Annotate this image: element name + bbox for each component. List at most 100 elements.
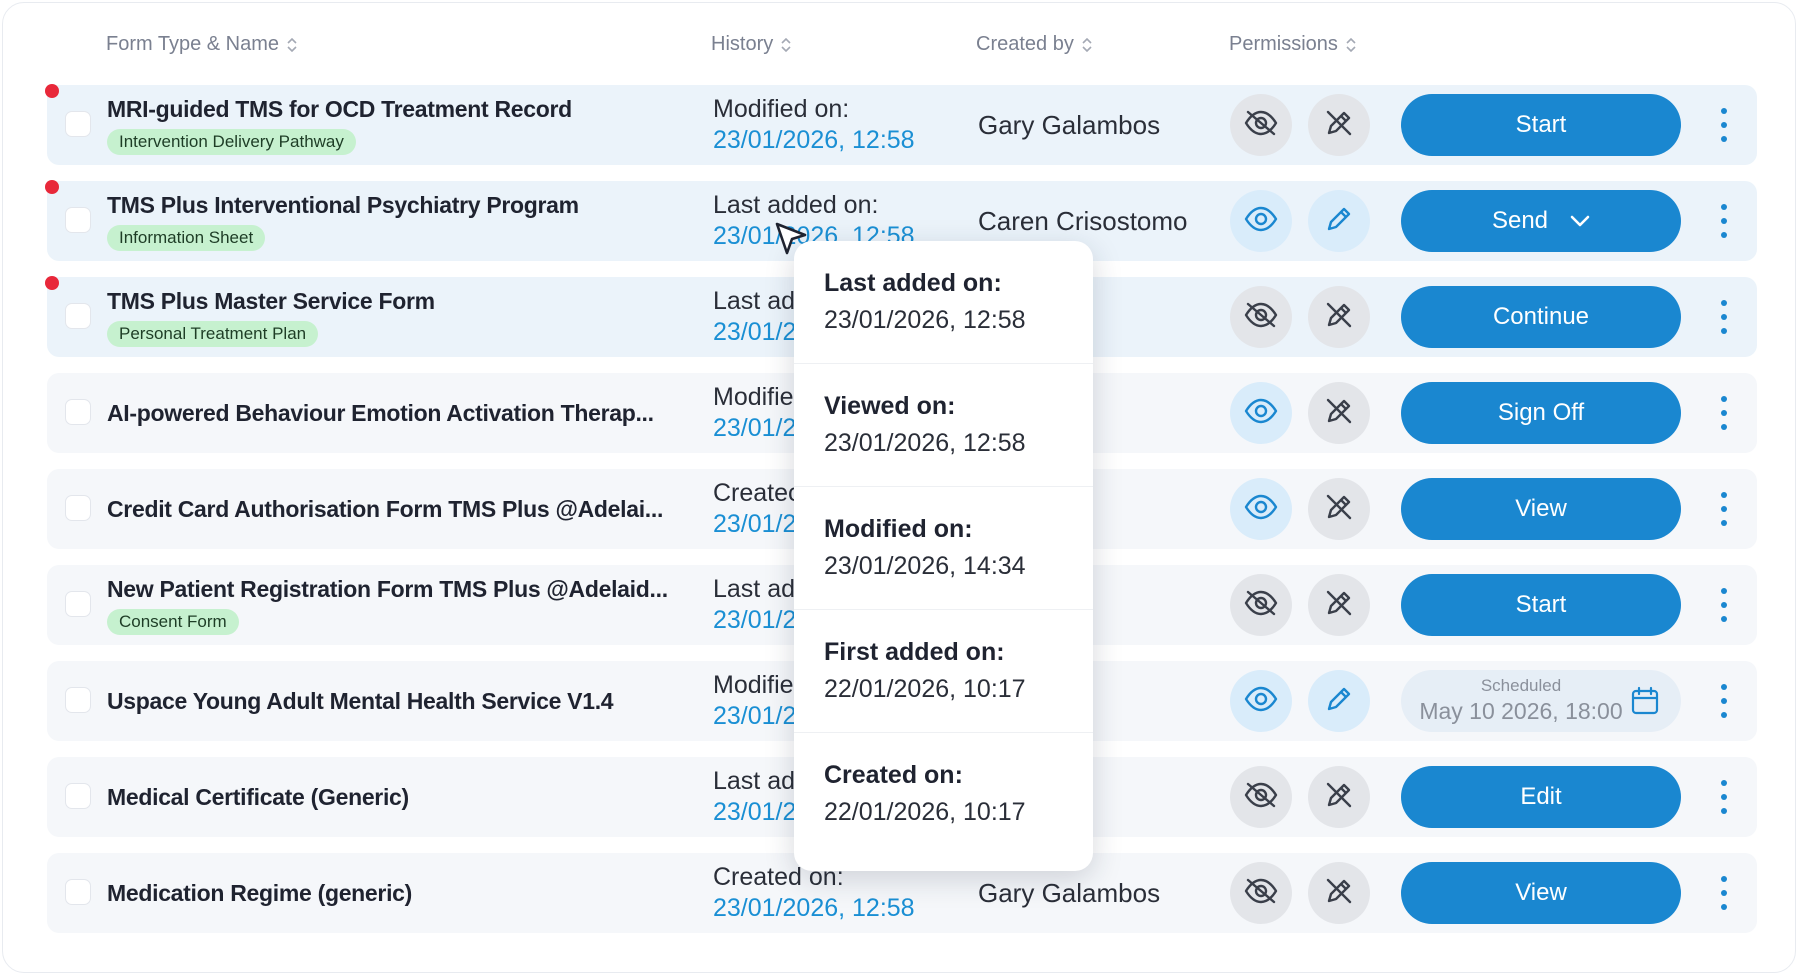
form-name[interactable]: Medical Certificate (Generic)	[107, 784, 667, 811]
start-button[interactable]: Start	[1401, 94, 1681, 156]
sign-off-button[interactable]: Sign Off	[1401, 382, 1681, 444]
edit-permission-toggle[interactable]	[1308, 574, 1370, 636]
view-permission-toggle[interactable]	[1230, 190, 1292, 252]
continue-button[interactable]: Continue	[1401, 286, 1681, 348]
history-date-link[interactable]: 23/01/2026, 12:58	[713, 894, 915, 923]
view-button[interactable]: View	[1401, 862, 1681, 924]
more-vertical-icon[interactable]	[1714, 684, 1734, 718]
form-name-cell: MRI-guided TMS for OCD Treatment Record I…	[107, 85, 667, 165]
unread-indicator	[45, 180, 59, 194]
action-label: Send	[1491, 207, 1549, 234]
view-permission-toggle[interactable]	[1230, 670, 1292, 732]
form-name-cell: AI-powered Behaviour Emotion Activation …	[107, 373, 667, 453]
form-name-cell: Uspace Young Adult Mental Health Service…	[107, 661, 667, 741]
start-button[interactable]: Start	[1401, 574, 1681, 636]
more-vertical-icon[interactable]	[1714, 780, 1734, 814]
edit-button[interactable]: Edit	[1401, 766, 1681, 828]
column-header-name[interactable]: Form Type & Name	[106, 33, 297, 56]
view-permission-toggle[interactable]	[1230, 286, 1292, 348]
more-vertical-icon[interactable]	[1714, 588, 1734, 622]
action-label: Sign Off	[1497, 399, 1585, 426]
history-cell: Last ad 23/01/2	[713, 565, 796, 645]
form-type-tag: Information Sheet	[107, 224, 266, 251]
action-label: Start	[1515, 111, 1567, 138]
action-label: Start	[1515, 591, 1567, 618]
form-name-cell: Medical Certificate (Generic)	[107, 757, 667, 837]
more-vertical-icon[interactable]	[1714, 108, 1734, 142]
more-vertical-icon[interactable]	[1714, 492, 1734, 526]
view-permission-toggle[interactable]	[1230, 766, 1292, 828]
view-button[interactable]: View	[1401, 478, 1681, 540]
history-popover-item: Created on: 22/01/2026, 10:17	[794, 733, 1093, 855]
edit-permission-toggle[interactable]	[1308, 382, 1370, 444]
column-header-created-by[interactable]: Created by	[976, 33, 1092, 56]
row-checkbox[interactable]	[65, 879, 91, 905]
row-checkbox[interactable]	[65, 207, 91, 233]
send-button[interactable]: Send	[1401, 190, 1681, 252]
edit-permission-toggle[interactable]	[1308, 286, 1370, 348]
view-permission-toggle[interactable]	[1230, 574, 1292, 636]
column-header-history[interactable]: History	[711, 33, 791, 56]
column-header-label: History	[711, 33, 774, 55]
view-permission-toggle[interactable]	[1230, 382, 1292, 444]
edit-permission-toggle[interactable]	[1308, 190, 1370, 252]
history-date-link[interactable]: 23/01/2	[713, 702, 796, 731]
form-name[interactable]: AI-powered Behaviour Emotion Activation …	[107, 400, 667, 427]
row-checkbox[interactable]	[65, 783, 91, 809]
history-label: Modifie	[713, 671, 794, 699]
row-checkbox[interactable]	[65, 111, 91, 137]
calendar-icon[interactable]	[1631, 686, 1659, 721]
edit-permission-toggle[interactable]	[1308, 862, 1370, 924]
view-permission-toggle[interactable]	[1230, 478, 1292, 540]
history-popover-item: Viewed on: 23/01/2026, 12:58	[794, 364, 1093, 487]
form-name-cell: New Patient Registration Form TMS Plus @…	[107, 565, 668, 645]
row-checkbox[interactable]	[65, 303, 91, 329]
eye-off-icon	[1244, 110, 1278, 141]
history-date-link[interactable]: 23/01/2	[713, 510, 801, 539]
form-name[interactable]: Medication Regime (generic)	[107, 880, 667, 907]
more-vertical-icon[interactable]	[1714, 300, 1734, 334]
action-label: Continue	[1492, 303, 1590, 330]
history-date-link[interactable]: 23/01/2	[713, 318, 796, 347]
history-popover-label: Last added on:	[824, 269, 1002, 297]
history-date-link[interactable]: 23/01/2	[713, 798, 796, 827]
history-date-link[interactable]: 23/01/2	[713, 414, 796, 443]
edit-permission-toggle[interactable]	[1308, 94, 1370, 156]
column-header-permissions[interactable]: Permissions	[1229, 33, 1356, 56]
table-row[interactable]: MRI-guided TMS for OCD Treatment Record I…	[45, 84, 1757, 165]
pencil-icon	[1324, 684, 1354, 719]
form-name-cell: TMS Plus Master Service Form Personal Tre…	[107, 277, 667, 357]
more-vertical-icon[interactable]	[1714, 204, 1734, 238]
history-date-link[interactable]: 23/01/2026, 12:58	[713, 126, 915, 155]
view-permission-toggle[interactable]	[1230, 862, 1292, 924]
history-cell: Modifie 23/01/2	[713, 373, 796, 453]
row-checkbox[interactable]	[65, 399, 91, 425]
form-type-tag: Intervention Delivery Pathway	[107, 128, 356, 155]
form-name[interactable]: TMS Plus Interventional Psychiatry Progr…	[107, 192, 667, 219]
scheduled-label: Scheduled	[1480, 676, 1562, 695]
history-date-link[interactable]: 23/01/2	[713, 606, 796, 635]
eye-icon	[1244, 206, 1278, 237]
edit-permission-toggle[interactable]	[1308, 478, 1370, 540]
more-vertical-icon[interactable]	[1714, 876, 1734, 910]
edit-permission-toggle[interactable]	[1308, 670, 1370, 732]
form-name[interactable]: Credit Card Authorisation Form TMS Plus …	[107, 496, 667, 523]
form-name[interactable]: New Patient Registration Form TMS Plus @…	[107, 576, 668, 603]
edit-permission-toggle[interactable]	[1308, 766, 1370, 828]
row-checkbox[interactable]	[65, 687, 91, 713]
row-checkbox[interactable]	[65, 495, 91, 521]
pencil-off-icon	[1324, 300, 1354, 335]
form-name[interactable]: MRI-guided TMS for OCD Treatment Record	[107, 96, 667, 123]
chevron-down-icon[interactable]	[1570, 215, 1590, 227]
scheduled-badge[interactable]: Scheduled May 10 2026, 18:00	[1401, 670, 1681, 732]
history-cell: Createc 23/01/2	[713, 469, 801, 549]
form-name[interactable]: TMS Plus Master Service Form	[107, 288, 667, 315]
more-vertical-icon[interactable]	[1714, 396, 1734, 430]
eye-icon	[1244, 398, 1278, 429]
column-header-label: Form Type & Name	[106, 33, 280, 55]
history-label: Last ad	[713, 287, 796, 315]
view-permission-toggle[interactable]	[1230, 94, 1292, 156]
form-name[interactable]: Uspace Young Adult Mental Health Service…	[107, 688, 667, 715]
row-checkbox[interactable]	[65, 591, 91, 617]
column-header-label: Permissions	[1229, 33, 1338, 55]
